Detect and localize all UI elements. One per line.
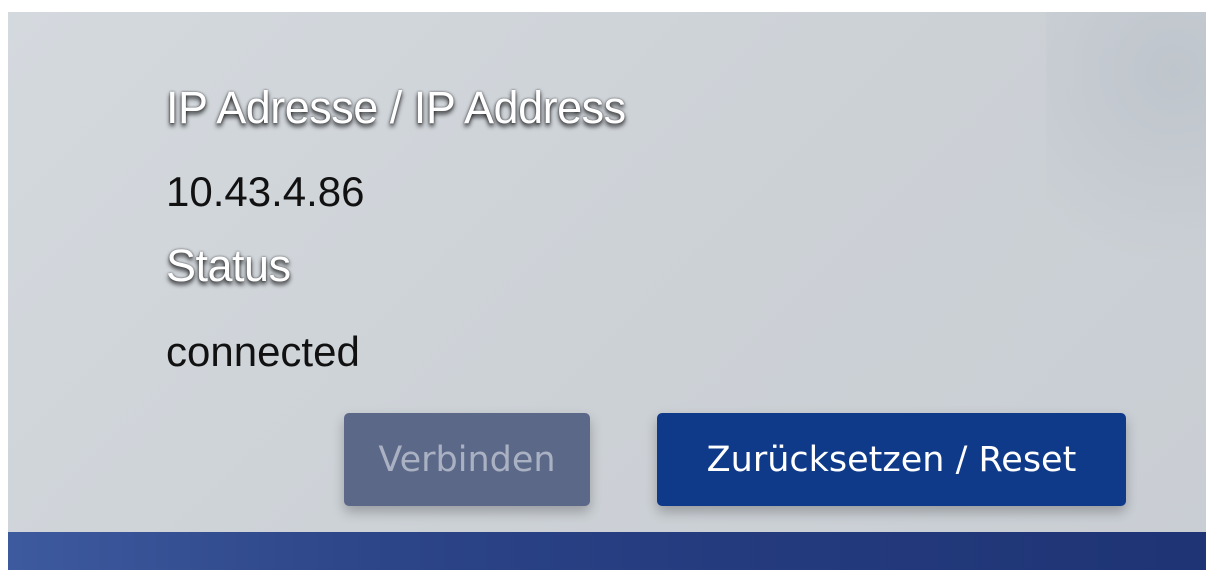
status-value: connected [166, 328, 360, 375]
connect-button[interactable]: Verbinden [344, 413, 590, 506]
status-label: Status [166, 240, 291, 291]
network-panel: IP Adresse / IP Address 10.43.4.86 Statu… [8, 12, 1206, 570]
footer-bar [8, 532, 1206, 570]
ip-address-label: IP Adresse / IP Address [166, 82, 626, 133]
reset-button[interactable]: Zurücksetzen / Reset [657, 413, 1126, 506]
ip-address-value: 10.43.4.86 [166, 168, 365, 215]
